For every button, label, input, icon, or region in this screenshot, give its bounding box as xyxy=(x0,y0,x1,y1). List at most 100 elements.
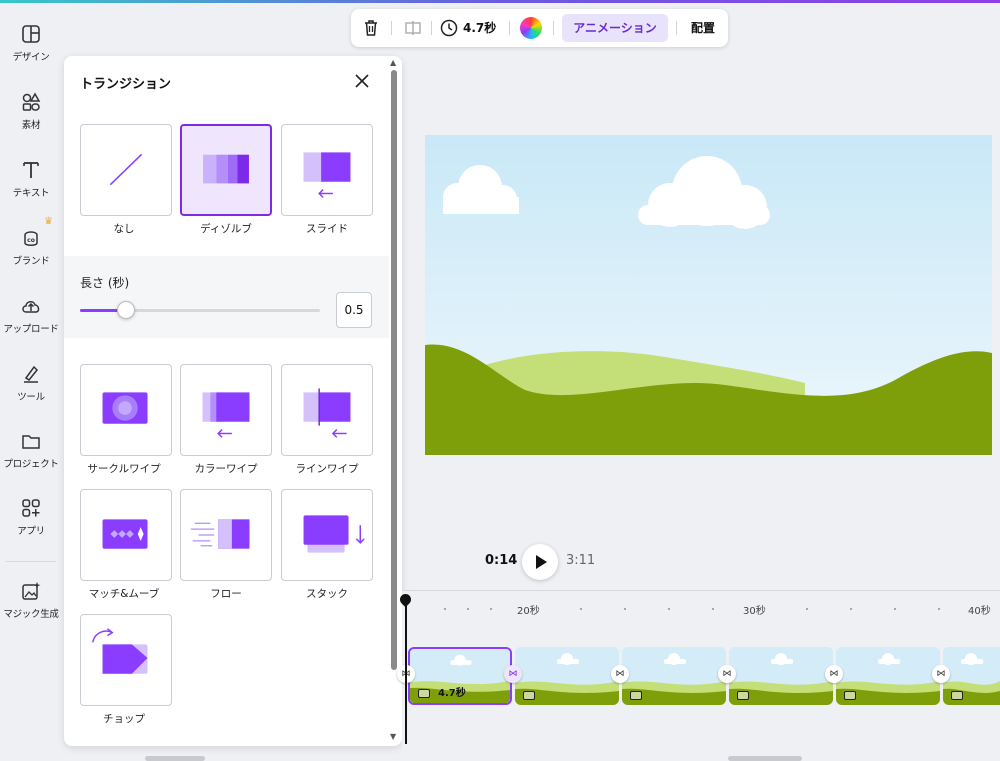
sidebar-item-label: マジック生成 xyxy=(3,609,59,620)
layout-icon xyxy=(22,25,40,43)
horizontal-scrollbar[interactable] xyxy=(728,756,802,761)
crown-icon: ♛ xyxy=(44,216,53,227)
position-button[interactable]: 配置 xyxy=(691,9,715,47)
tick-dot xyxy=(712,608,714,610)
transition-none-tile[interactable] xyxy=(80,124,172,216)
shapes-icon xyxy=(22,92,41,111)
left-sidebar: デザイン 素材 テキスト co ブランド ♛ アップロード ツール プロジェクト… xyxy=(0,3,62,761)
total-time: 3:11 xyxy=(566,553,596,568)
transition-line-wipe-tile[interactable] xyxy=(281,364,373,456)
transition-label: なし xyxy=(113,223,135,235)
panel-title: トランジション xyxy=(80,77,172,92)
sidebar-item-label: ブランド xyxy=(12,256,50,267)
duration-label: 長さ (秒) xyxy=(80,276,130,290)
tick-label: 20秒 xyxy=(517,606,540,617)
brand-icon: co xyxy=(24,231,38,246)
dissolve-icon xyxy=(203,154,249,184)
chop-icon xyxy=(92,628,148,674)
color-wipe-icon xyxy=(202,392,250,438)
horizontal-scrollbar[interactable] xyxy=(145,756,205,761)
toolbar-divider xyxy=(391,21,392,35)
transition-slide-tile[interactable] xyxy=(281,124,373,216)
transition-button[interactable]: ⋈ xyxy=(932,665,950,683)
sidebar-item-magic-media[interactable]: マジック生成 xyxy=(0,580,62,640)
transition-button[interactable]: ⋈ xyxy=(611,665,629,683)
match-move-icon xyxy=(102,519,148,549)
scroll-up-arrow[interactable]: ▲ xyxy=(390,58,396,67)
tick-label: 30秒 xyxy=(743,606,766,617)
trash-icon[interactable] xyxy=(361,18,381,38)
transition-button[interactable]: ⋈ xyxy=(825,665,843,683)
transition-circle-wipe-tile[interactable] xyxy=(80,364,172,456)
toolbar-divider xyxy=(509,21,510,35)
sidebar-item-uploads[interactable]: アップロード xyxy=(0,295,62,355)
design-canvas[interactable] xyxy=(425,135,992,455)
animation-button[interactable]: アニメーション xyxy=(562,14,668,42)
sidebar-item-design[interactable]: デザイン xyxy=(0,23,62,83)
duration-button[interactable]: 4.7秒 xyxy=(463,9,496,47)
close-icon[interactable] xyxy=(351,70,373,92)
landscape-illustration xyxy=(425,135,992,455)
sidebar-item-label: デザイン xyxy=(12,52,50,63)
transition-label: ディゾルブ xyxy=(200,223,252,235)
transition-button[interactable]: ⋈ xyxy=(718,665,736,683)
duration-input[interactable]: 0.5 xyxy=(336,292,372,328)
transition-flow-tile[interactable] xyxy=(180,489,272,581)
sidebar-divider xyxy=(6,561,56,562)
duration-section: 長さ (秒) 0.5 xyxy=(64,256,389,338)
clock-icon[interactable] xyxy=(439,18,459,38)
video-icon xyxy=(630,691,642,700)
sidebar-item-label: 素材 xyxy=(21,120,41,131)
transition-stack-tile[interactable] xyxy=(281,489,373,581)
current-time: 0:14 xyxy=(485,553,518,568)
duration-slider-thumb[interactable] xyxy=(116,301,135,319)
timeline-clip[interactable] xyxy=(729,647,833,705)
transition-chop-tile[interactable] xyxy=(80,614,172,706)
timeline-clip[interactable] xyxy=(836,647,940,705)
video-icon xyxy=(737,691,749,700)
folder-icon xyxy=(22,435,40,449)
scroll-down-arrow[interactable]: ▼ xyxy=(390,732,396,741)
video-icon xyxy=(418,689,430,698)
transition-label: フロー xyxy=(210,588,242,600)
tick-dot xyxy=(668,608,670,610)
clip-duration: 4.7秒 xyxy=(438,688,466,699)
sidebar-item-label: ツール xyxy=(17,392,45,403)
split-icon[interactable] xyxy=(403,18,423,38)
playhead[interactable] xyxy=(405,596,407,744)
tick-dot xyxy=(490,608,492,610)
tick-dot xyxy=(850,608,852,610)
transition-label: ラインワイプ xyxy=(295,463,359,475)
transition-match-move-tile[interactable] xyxy=(80,489,172,581)
timeline-clip[interactable]: 4.7秒 xyxy=(408,647,512,705)
sidebar-item-apps[interactable]: アプリ xyxy=(0,497,62,557)
element-toolbar: 4.7秒 アニメーション 配置 xyxy=(351,9,728,47)
timeline-clip[interactable] xyxy=(515,647,619,705)
slide-icon xyxy=(303,152,351,198)
sidebar-item-label: アップロード xyxy=(3,324,59,335)
toolbar-divider xyxy=(431,21,432,35)
timeline-clip[interactable] xyxy=(622,647,726,705)
sidebar-item-text[interactable]: テキスト xyxy=(0,159,62,219)
transition-color-wipe-tile[interactable] xyxy=(180,364,272,456)
sidebar-item-brand[interactable]: co ブランド xyxy=(0,227,62,287)
sidebar-item-tools[interactable]: ツール xyxy=(0,363,62,423)
sidebar-item-projects[interactable]: プロジェクト xyxy=(0,430,62,490)
tick-dot xyxy=(580,608,582,610)
flow-icon xyxy=(190,519,250,549)
video-icon xyxy=(523,691,535,700)
transition-button[interactable]: ⋈ xyxy=(504,665,522,683)
magic-image-icon xyxy=(22,582,41,600)
panel-scrollbar[interactable] xyxy=(391,70,397,670)
tick-dot xyxy=(894,608,896,610)
transition-label: マッチ&ムーブ xyxy=(88,588,160,600)
toolbar-divider xyxy=(553,21,554,35)
play-button[interactable] xyxy=(522,544,558,580)
color-wheel-icon[interactable] xyxy=(520,17,542,39)
text-icon xyxy=(23,162,39,178)
timeline-clip[interactable] xyxy=(943,647,1000,705)
transition-dissolve-tile[interactable] xyxy=(180,124,272,216)
sidebar-item-label: テキスト xyxy=(12,188,50,199)
circle-wipe-icon xyxy=(102,392,148,424)
sidebar-item-elements[interactable]: 素材 xyxy=(0,91,62,151)
